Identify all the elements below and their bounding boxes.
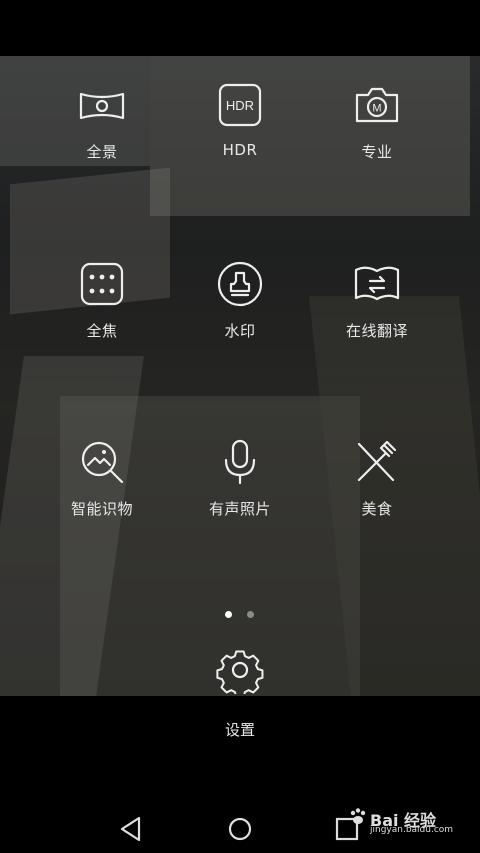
all-focus-icon	[80, 262, 124, 306]
watermark-stamp-icon	[217, 261, 263, 307]
svg-text:HDR: HDR	[226, 98, 254, 113]
translate-book-icon	[354, 266, 400, 301]
home-icon[interactable]	[225, 814, 255, 844]
food-icon	[357, 440, 397, 482]
settings-label: 设置	[224, 721, 255, 739]
pro-camera-icon: M	[355, 87, 399, 123]
mode-button-3[interactable]: M 专业	[307, 81, 447, 162]
mode-label: 水印	[224, 322, 256, 340]
back-icon[interactable]	[117, 814, 147, 844]
mode-button-6[interactable]: 在线翻译	[307, 260, 447, 341]
top-black-bar	[0, 0, 480, 56]
mode-label: 全景	[86, 143, 118, 161]
mode-label: 智能识物	[70, 500, 133, 518]
mode-label: 全焦	[86, 322, 118, 340]
baidu-paw-logo	[350, 808, 366, 824]
page-indicator	[0, 611, 480, 621]
mode-button-1[interactable]: 全景	[32, 81, 172, 162]
system-navigation-bar: Bai 经验 jingyan.baidu.com	[0, 800, 480, 853]
mode-button-9[interactable]: 美食	[307, 438, 447, 519]
mode-button-4[interactable]: 全焦	[32, 260, 172, 341]
page-dot-1[interactable]	[225, 611, 232, 618]
hdr-icon: HDR	[218, 83, 262, 127]
mode-label: 美食	[361, 500, 393, 518]
page-dot-2[interactable]	[247, 611, 254, 618]
panorama-icon	[79, 92, 125, 120]
svg-text:M: M	[372, 103, 381, 115]
mode-button-8[interactable]: 有声照片	[170, 438, 310, 519]
mode-button-7[interactable]: 智能识物	[32, 438, 172, 519]
mode-button-2[interactable]: HDR HDR	[170, 81, 310, 159]
mode-button-5[interactable]: 水印	[170, 260, 310, 341]
mode-label: 在线翻译	[345, 322, 408, 340]
gear-icon	[216, 650, 264, 694]
baidu-jingyan-watermark: Bai 经验 jingyan.baidu.com	[350, 805, 460, 835]
object-recognition-icon	[81, 441, 124, 484]
mode-label: 专业	[361, 143, 393, 161]
settings-button[interactable]	[190, 646, 290, 694]
mode-label: HDR	[222, 141, 258, 159]
mode-label: 有声照片	[208, 500, 271, 518]
microphone-icon	[224, 439, 256, 485]
watermark-url: jingyan.baidu.com	[370, 825, 454, 835]
